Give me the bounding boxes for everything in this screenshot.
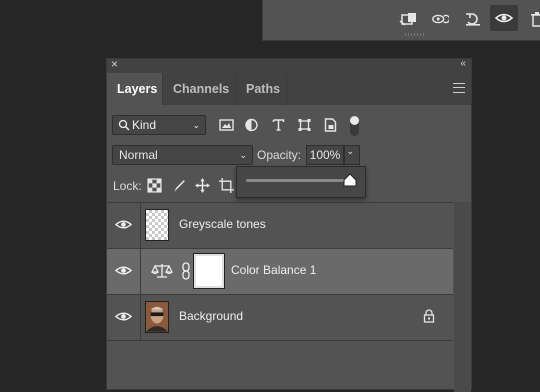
lock-label: Lock: [113, 179, 142, 193]
opacity-dropdown-button[interactable]: ⌄ [344, 145, 360, 165]
panel-tabs: Layers Channels Paths [107, 73, 471, 105]
lock-icon [423, 309, 435, 323]
layer-name[interactable]: Background [179, 309, 243, 323]
scrollbar-track[interactable] [454, 202, 471, 392]
opacity-slider-popup [236, 166, 366, 198]
layers-panel: × ‹‹ Layers Channels Paths Kind ⌄ Normal… [106, 57, 472, 392]
layer-filter-row: Kind ⌄ [107, 109, 471, 139]
view-previous-state-icon[interactable] [430, 10, 450, 28]
layer-mask-thumbnail[interactable] [193, 253, 225, 289]
layer-thumbnail [145, 209, 169, 241]
pixel-filter-icon[interactable] [218, 118, 234, 132]
panel-menu-icon[interactable] [453, 83, 465, 93]
resize-grip[interactable] [405, 33, 425, 36]
layer-name[interactable]: Greyscale tones [179, 217, 266, 231]
opacity-input[interactable]: 100% [306, 145, 344, 165]
eye-icon[interactable] [114, 309, 133, 325]
tab-layers[interactable]: Layers [107, 73, 163, 105]
lock-position-icon[interactable] [194, 177, 210, 193]
close-icon[interactable]: × [111, 57, 118, 71]
tab-paths[interactable]: Paths [236, 73, 287, 105]
adjustment-filter-icon[interactable] [243, 118, 259, 132]
opacity-slider-thumb[interactable] [343, 173, 357, 187]
chevron-down-icon: ⌄ [239, 150, 247, 160]
layer-row[interactable]: Background [107, 294, 453, 341]
collapse-icon[interactable]: ‹‹ [460, 58, 466, 69]
portrait-thumbnail-image [146, 302, 168, 332]
eye-icon[interactable] [114, 263, 133, 279]
search-icon [118, 119, 130, 131]
opacity-slider-track[interactable] [246, 179, 350, 182]
lock-image-pixels-icon[interactable] [171, 177, 187, 193]
properties-panel-footer [262, 0, 540, 41]
filter-kind-select[interactable]: Kind ⌄ [112, 115, 206, 135]
link-chain-icon[interactable] [181, 262, 191, 280]
color-balance-icon [151, 264, 173, 278]
clip-to-layer-icon[interactable] [398, 10, 418, 28]
tab-channels[interactable]: Channels [163, 73, 236, 105]
layers-list: Greyscale tones Color Balance 1 Backgrou… [107, 202, 453, 341]
type-filter-icon[interactable] [270, 118, 286, 132]
layer-thumbnail [145, 301, 169, 333]
filter-toggle[interactable] [350, 116, 359, 136]
shape-filter-icon[interactable] [296, 118, 312, 132]
chevron-down-icon: ⌄ [346, 146, 354, 156]
lock-transparent-pixels-icon[interactable] [146, 177, 162, 193]
visibility-icon[interactable] [490, 5, 518, 31]
lock-artboard-icon[interactable] [218, 177, 234, 193]
blend-mode-value: Normal [119, 148, 158, 162]
smart-object-filter-icon[interactable] [322, 118, 338, 132]
reset-icon[interactable] [463, 10, 483, 28]
layer-row-selected[interactable]: Color Balance 1 [107, 248, 453, 294]
eye-icon[interactable] [114, 217, 133, 233]
panel-titlebar[interactable]: × ‹‹ [107, 57, 471, 73]
layer-name[interactable]: Color Balance 1 [231, 263, 316, 277]
opacity-label: Opacity: [257, 148, 302, 162]
filter-kind-label: Kind [132, 118, 157, 132]
layer-row[interactable]: Greyscale tones [107, 202, 453, 248]
trash-icon[interactable] [527, 10, 540, 28]
chevron-down-icon: ⌄ [192, 120, 200, 130]
blend-mode-select[interactable]: Normal ⌄ [112, 145, 253, 165]
